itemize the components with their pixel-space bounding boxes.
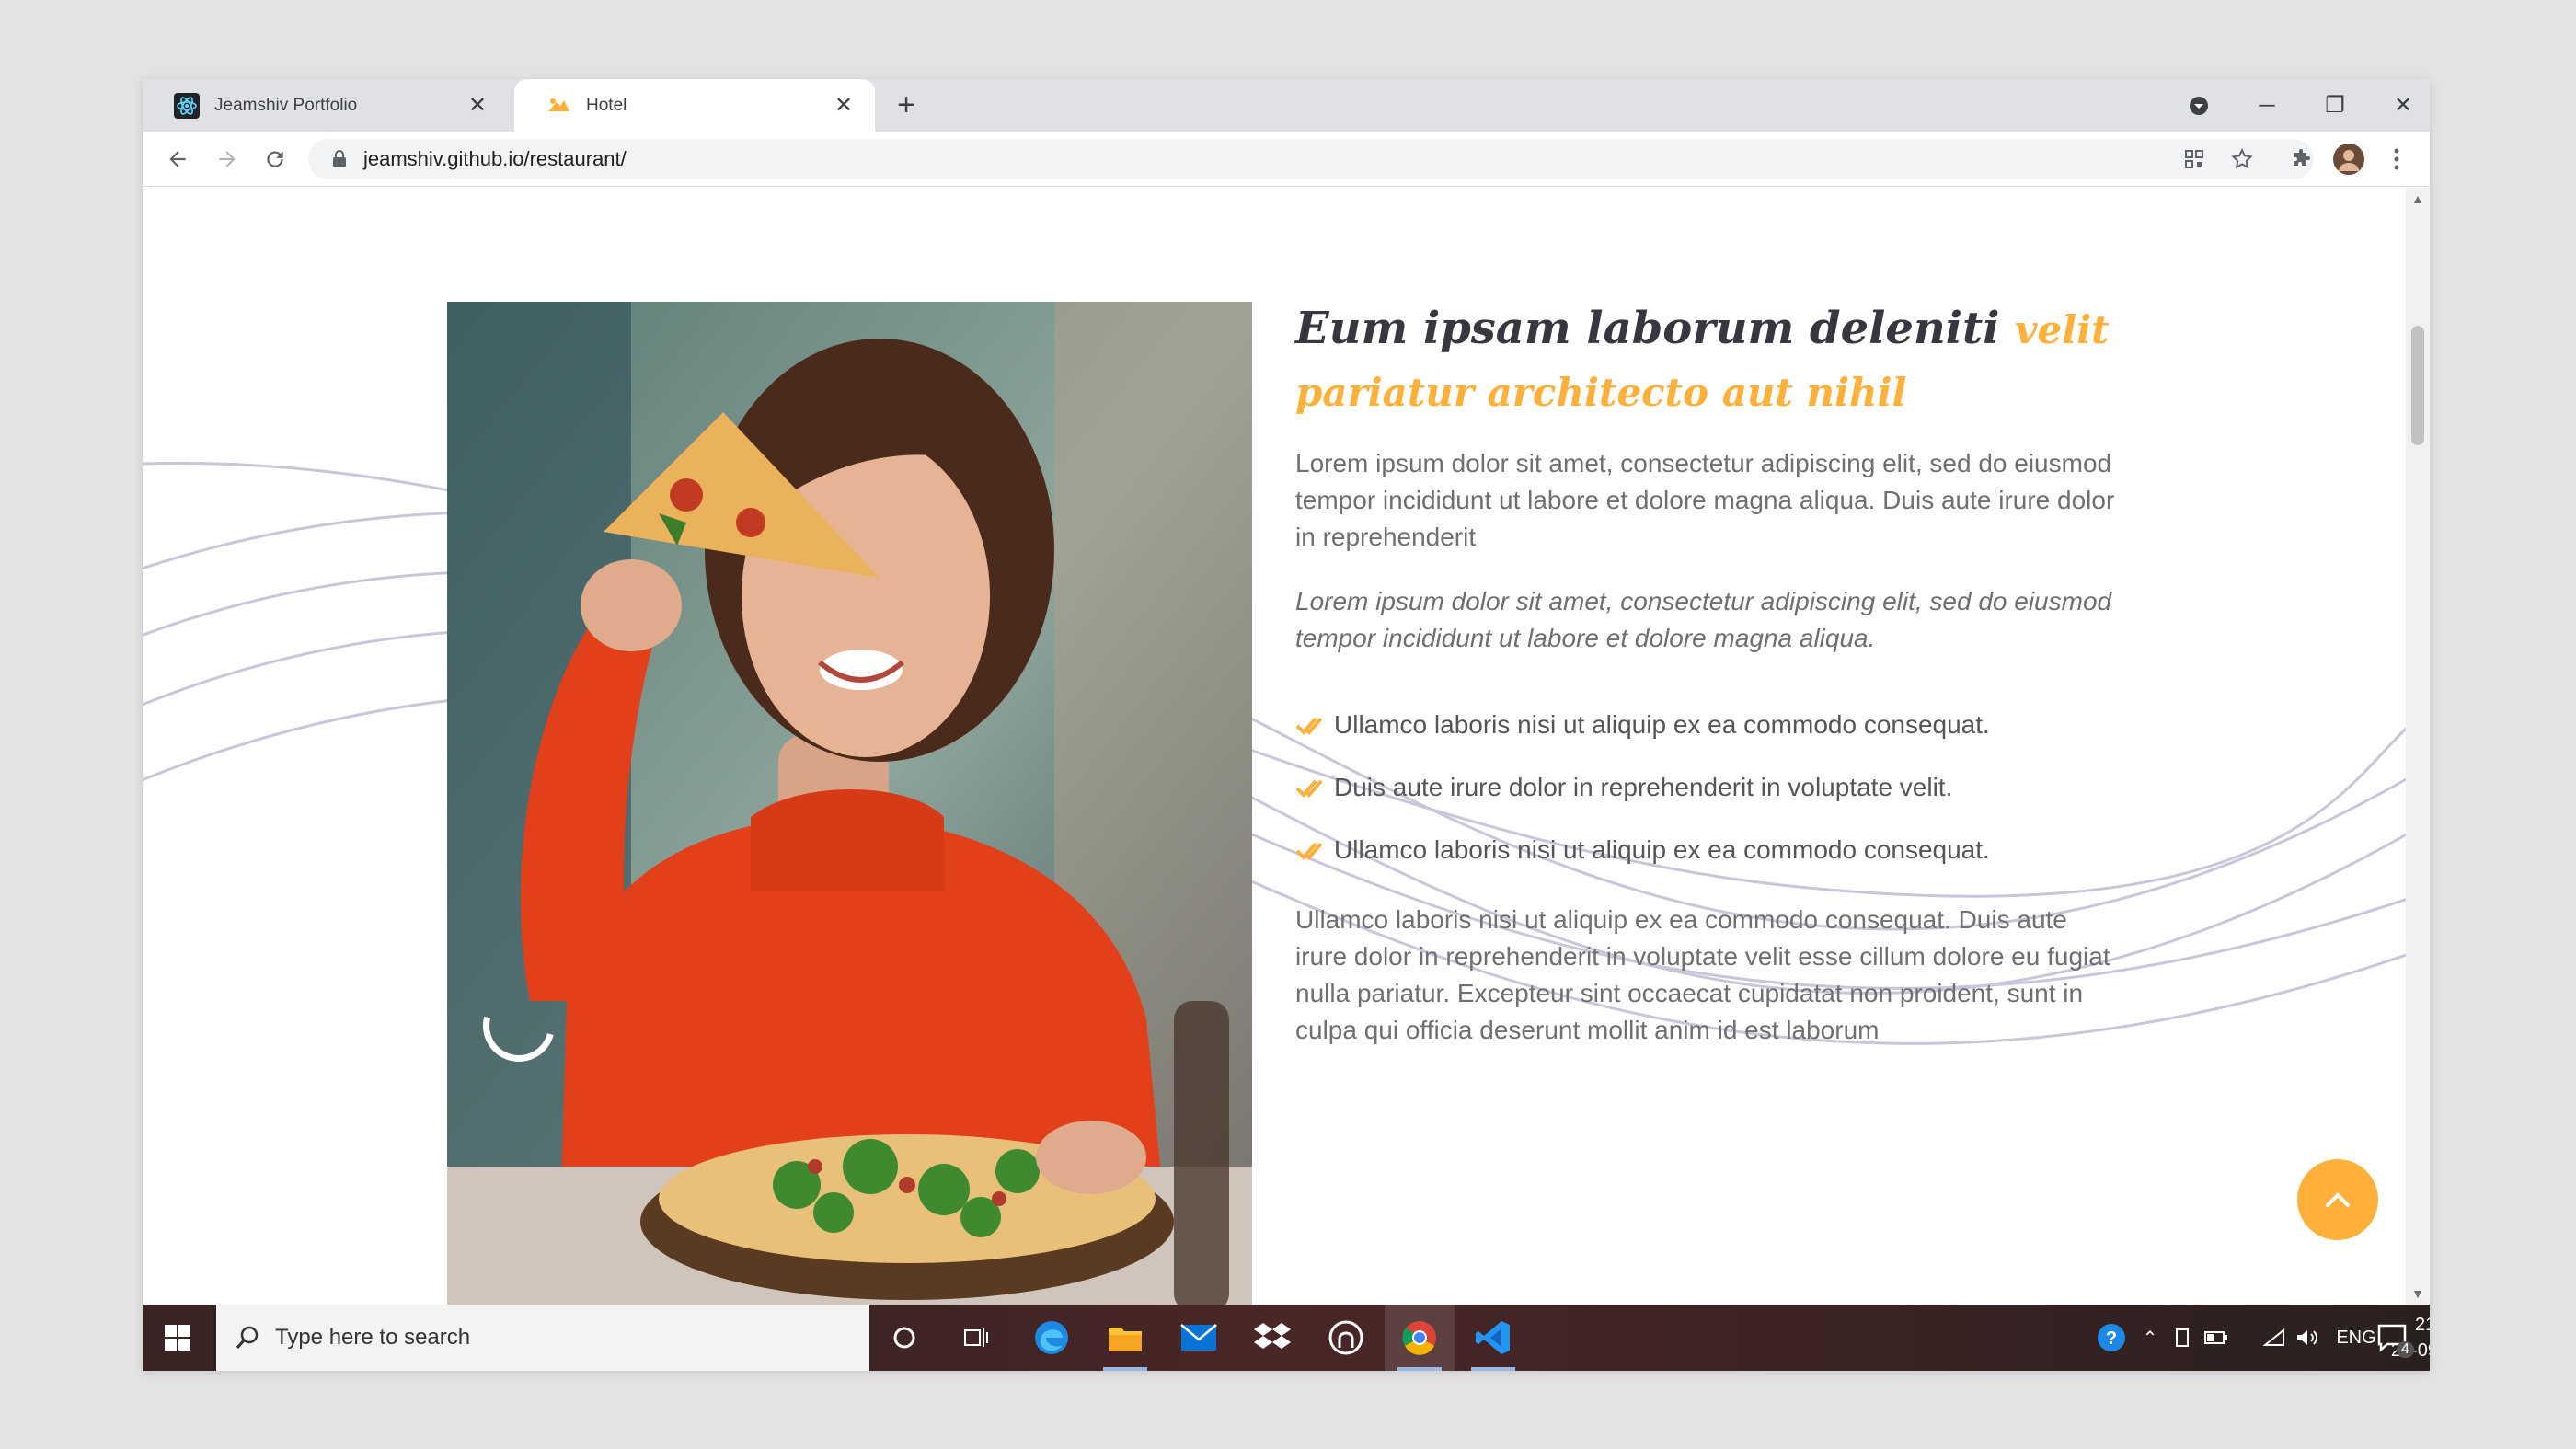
- checklist-item: Ullamco laboris nisi ut aliquip ex ea co…: [1295, 694, 2123, 756]
- tab-strip: Jeamshiv Portfolio ✕ Hotel ✕ + ─ ❐ ✕: [143, 79, 2430, 132]
- menu-kebab-icon[interactable]: [2378, 141, 2415, 178]
- tab-title: Jeamshiv Portfolio: [214, 95, 358, 115]
- qr-code-icon[interactable]: [2176, 141, 2213, 178]
- profile-avatar[interactable]: [2330, 141, 2367, 178]
- feature-checklist: Ullamco laboris nisi ut aliquip ex ea co…: [1295, 694, 2123, 881]
- forward-icon[interactable]: [209, 141, 246, 178]
- browser-window: Jeamshiv Portfolio ✕ Hotel ✕ + ─ ❐ ✕ jea…: [143, 79, 2430, 1371]
- file-explorer-icon[interactable]: [1090, 1305, 1160, 1371]
- tab-search-icon[interactable]: [2165, 79, 2233, 132]
- bookmark-star-icon[interactable]: [2224, 141, 2260, 178]
- action-center-button[interactable]: 4: [2360, 1305, 2424, 1371]
- minimize-icon[interactable]: ─: [2233, 79, 2301, 132]
- about-content: Eum ipsam laborum deleniti velit pariatu…: [1295, 298, 2123, 1049]
- page-viewport: Eum ipsam laborum deleniti velit pariatu…: [143, 188, 2430, 1305]
- tab-title: Hotel: [586, 95, 627, 115]
- back-icon[interactable]: [159, 141, 196, 178]
- close-tab-icon[interactable]: ✕: [465, 92, 490, 119]
- hero-image-woman-eating-pizza: [447, 302, 1252, 1305]
- heading-main: Eum ipsam laborum deleniti: [1295, 303, 2000, 354]
- device-icon[interactable]: [2167, 1305, 2200, 1371]
- hotel-favicon-icon: [548, 98, 569, 111]
- close-tab-icon[interactable]: ✕: [831, 92, 857, 119]
- checklist-text: Ullamco laboris nisi ut aliquip ex ea co…: [1334, 835, 1990, 864]
- react-favicon-icon: [174, 92, 200, 119]
- windows-taskbar: Type here to search ? ⌃ ENG 2: [143, 1305, 2430, 1371]
- cortana-icon[interactable]: [869, 1305, 939, 1371]
- reload-icon[interactable]: [257, 141, 293, 178]
- vscode-icon[interactable]: [1458, 1305, 1528, 1371]
- outro-paragraph: Ullamco laboris nisi ut aliquip ex ea co…: [1295, 905, 2110, 1044]
- double-check-icon: [1295, 842, 1323, 860]
- close-window-icon[interactable]: ✕: [2369, 79, 2430, 132]
- url-text: jeamshiv.github.io/restaurant/: [363, 147, 627, 170]
- italic-paragraph: Lorem ipsum dolor sit amet, consectetur …: [1295, 587, 2112, 652]
- back-to-top-button[interactable]: [2297, 1159, 2378, 1240]
- edge-browser-icon[interactable]: [1017, 1305, 1087, 1371]
- volume-icon[interactable]: [2292, 1305, 2323, 1371]
- double-check-icon: [1295, 717, 1323, 735]
- mail-icon[interactable]: [1164, 1305, 1234, 1371]
- checklist-text: Duis aute irure dolor in reprehenderit i…: [1334, 773, 1953, 801]
- windows-logo-icon: [165, 1325, 190, 1351]
- chevron-up-icon[interactable]: ⌃: [2133, 1305, 2167, 1371]
- checklist-item: Ullamco laboris nisi ut aliquip ex ea co…: [1295, 819, 2123, 881]
- restore-icon[interactable]: ❐: [2301, 79, 2369, 132]
- scroll-up-arrow-icon[interactable]: ▲: [2406, 188, 2430, 210]
- chevron-up-icon: [2326, 1192, 2350, 1207]
- intro-paragraph: Lorem ipsum dolor sit amet, consectetur …: [1295, 449, 2115, 551]
- dropbox-icon[interactable]: [1237, 1305, 1307, 1371]
- double-check-icon: [1295, 779, 1323, 798]
- wifi-icon[interactable]: [2259, 1305, 2290, 1371]
- section-heading: Eum ipsam laborum deleniti velit pariatu…: [1295, 298, 2123, 423]
- address-bar[interactable]: jeamshiv.github.io/restaurant/: [308, 139, 2314, 179]
- svg-text:?: ?: [2106, 1328, 2117, 1349]
- scroll-thumb[interactable]: [2411, 326, 2424, 445]
- battery-icon[interactable]: [2200, 1305, 2233, 1371]
- lock-icon: [333, 150, 346, 167]
- notification-badge: 4: [2397, 1341, 2414, 1358]
- tab-jeamshiv-portfolio[interactable]: Jeamshiv Portfolio ✕: [143, 79, 509, 132]
- tab-hotel[interactable]: Hotel ✕: [514, 79, 875, 132]
- search-icon: [236, 1326, 259, 1349]
- pizza-photo: [447, 302, 1252, 1305]
- github-desktop-icon[interactable]: [1311, 1305, 1381, 1371]
- checklist-item: Duis aute irure dolor in reprehenderit i…: [1295, 756, 2123, 819]
- chrome-icon[interactable]: [1385, 1305, 1455, 1371]
- task-view-icon[interactable]: [941, 1305, 1011, 1371]
- page-scrollbar[interactable]: ▲ ▼: [2406, 188, 2430, 1305]
- scroll-down-arrow-icon[interactable]: ▼: [2406, 1282, 2430, 1305]
- checklist-text: Ullamco laboris nisi ut aliquip ex ea co…: [1334, 710, 1990, 739]
- new-tab-button[interactable]: +: [888, 86, 925, 123]
- help-icon[interactable]: ?: [2091, 1305, 2132, 1371]
- extensions-puzzle-icon[interactable]: [2283, 141, 2319, 178]
- taskbar-search-input[interactable]: Type here to search: [216, 1305, 869, 1371]
- browser-toolbar: jeamshiv.github.io/restaurant/: [143, 132, 2430, 187]
- search-placeholder: Type here to search: [275, 1325, 471, 1350]
- windows-start-button[interactable]: [143, 1305, 213, 1371]
